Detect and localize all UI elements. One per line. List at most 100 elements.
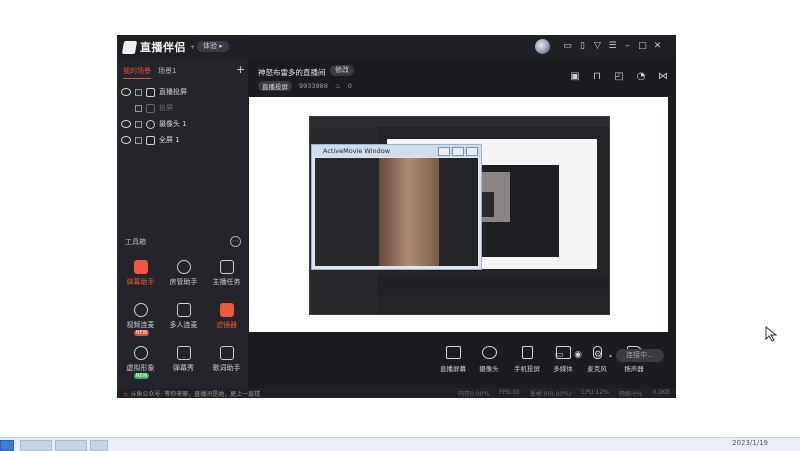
close-icon[interactable]: ✕ <box>653 40 662 53</box>
warning-icon: ⚠ <box>123 391 129 398</box>
lock-icon[interactable] <box>135 136 142 144</box>
heat-icon: ♨ <box>334 82 341 90</box>
version-pill[interactable]: 体验 ▸ <box>197 41 229 52</box>
scene-tabs: 我的场景 场景1 <box>123 66 176 79</box>
taskbar-app-3[interactable] <box>90 440 108 451</box>
lock-icon[interactable] <box>135 120 142 128</box>
tool-label: 视频连麦 <box>126 321 155 329</box>
toolbox-grid: 弹幕助手 房管助手 主播任务 视频连麦NEW 多人连麦 滤镜器 虚拟形象NEW … <box>119 257 248 379</box>
source-list: 直播投屏 投屏 摄像头 1 全屏 1 <box>121 84 245 148</box>
logo-plus-icon: + <box>190 43 196 51</box>
logo-text: 直播伴侣 <box>140 41 186 54</box>
main-panel: 神怒布雷多的直播间 修改 直播投屏 9933988 ♨ 0 ▣ ⊓ ◰ ◔ ⋈ <box>248 59 676 388</box>
tab-scene-1[interactable]: 场景1 <box>158 66 176 79</box>
stream-preview[interactable]: ActiveMovie Window <box>249 97 668 332</box>
control-label: 手机投屏 <box>514 365 540 373</box>
source-item[interactable]: 摄像头 1 <box>121 116 245 132</box>
fullscreen-icon <box>146 135 155 145</box>
filter-tool-icon <box>219 303 234 317</box>
camera-button[interactable]: 摄像头 <box>470 346 508 373</box>
source-label: 摄像头 1 <box>159 120 187 128</box>
minimize-icon[interactable]: – <box>623 40 632 53</box>
tool-lyrics[interactable]: 歌词助手 <box>205 343 248 379</box>
phone-cast-button[interactable]: 手机投屏 <box>508 346 546 373</box>
share-icon[interactable]: ⋈ <box>658 72 668 82</box>
tool-room-manager[interactable]: 房管助手 <box>162 257 205 293</box>
room-title: 神怒布雷多的直播间 <box>258 68 326 77</box>
edit-room-button[interactable]: 修改 <box>330 65 354 76</box>
start-button[interactable] <box>0 440 14 451</box>
video-sidebar <box>315 158 379 266</box>
new-badge: NEW <box>133 373 150 379</box>
notice-text[interactable]: 等你来聊，直播间是她，更上一层楼 <box>164 391 260 398</box>
tool-label: 滤镜器 <box>216 321 237 329</box>
source-label: 直播投屏 <box>159 88 187 96</box>
lock-icon[interactable] <box>135 88 142 96</box>
add-scene-icon[interactable]: + <box>236 63 245 76</box>
source-label: 全屏 1 <box>159 136 180 144</box>
toolbox-collapse-icon[interactable]: ⋯ <box>230 236 241 247</box>
captured-titlebar <box>310 117 609 127</box>
room-actions: ▣ ⊓ ◰ ◔ ⋈ <box>570 72 668 82</box>
menu-icon[interactable]: ☰ <box>608 40 617 53</box>
tool-danmu-show[interactable]: 弹幕秀 <box>162 343 205 379</box>
visibility-icon[interactable]: ◉ <box>573 350 583 360</box>
screen-button[interactable]: 直播屏幕 <box>434 346 472 373</box>
activemovie-window[interactable]: ActiveMovie Window <box>311 144 482 270</box>
tool-video-link[interactable]: 视频连麦NEW <box>119 300 162 336</box>
record-icon[interactable]: ▭ <box>554 350 564 360</box>
phone-icon <box>521 346 533 359</box>
unlock-icon[interactable]: ⊓ <box>592 72 602 82</box>
maximize-icon[interactable]: □ <box>638 40 647 53</box>
avatar[interactable] <box>535 39 550 54</box>
screenshot-icon[interactable]: ◰ <box>614 72 624 82</box>
activemovie-maximize-icon[interactable] <box>452 147 464 156</box>
activemovie-close-icon[interactable] <box>466 147 478 156</box>
start-live-button[interactable]: 连接中... <box>616 349 664 362</box>
taskbar-app-2[interactable] <box>55 440 87 451</box>
activemovie-minimize-icon[interactable] <box>438 147 450 156</box>
tool-label: 房管助手 <box>169 278 198 286</box>
taskbar-app-1[interactable] <box>20 440 52 451</box>
camera-icon <box>481 346 497 359</box>
eye-icon[interactable] <box>121 120 131 128</box>
room-meta: 直播投屏 9933988 ♨ 0 <box>258 81 352 91</box>
metric-bitrate: 0.0KB <box>652 389 670 396</box>
version-label: 体验 <box>203 42 217 50</box>
tool-danmu-assistant[interactable]: 弹幕助手 <box>119 257 162 293</box>
settings-icon[interactable]: ⚙ <box>593 350 603 360</box>
notification-icon[interactable]: ▯ <box>578 40 587 53</box>
metric-dropped: 丢帧:0(0.00%) <box>529 391 572 398</box>
eye-icon[interactable] <box>121 136 131 144</box>
gift-icon[interactable]: ▣ <box>570 72 580 82</box>
logo-mark-icon <box>121 40 138 54</box>
window-controls: ▭ ▯ ▽ ☰ – □ ✕ <box>563 40 662 53</box>
source-item[interactable]: 投屏 <box>121 100 245 116</box>
eye-icon[interactable] <box>121 88 131 96</box>
source-item[interactable]: 直播投屏 <box>121 84 245 100</box>
tool-filter[interactable]: 滤镜器 <box>205 300 248 336</box>
filter-icon[interactable]: ▽ <box>593 40 602 53</box>
tool-label: 主播任务 <box>212 278 241 286</box>
control-label: 扬声器 <box>624 365 644 373</box>
lock-icon[interactable] <box>135 104 142 112</box>
taskbar: 2023/1/19 <box>0 437 800 451</box>
control-label: 多媒体 <box>553 365 573 373</box>
tool-anchor-task[interactable]: 主播任务 <box>205 257 248 293</box>
tab-my-scenes[interactable]: 我的场景 <box>123 66 151 79</box>
heat-value: 0 <box>347 82 352 90</box>
message-icon[interactable]: ▭ <box>563 40 572 53</box>
tool-virtual-avatar[interactable]: 虚拟形象NEW <box>119 343 162 379</box>
metric-cpu: CPU:12% <box>581 389 609 396</box>
metric-network: 网络:0% <box>618 391 643 398</box>
task-icon <box>219 260 234 274</box>
tool-multi-link[interactable]: 多人连麦 <box>162 300 205 336</box>
source-item[interactable]: 全屏 1 <box>121 132 245 148</box>
category-badge[interactable]: 直播投屏 <box>258 81 292 91</box>
bell-icon[interactable]: ◔ <box>636 72 646 82</box>
app-logo: 直播伴侣 + <box>121 39 196 55</box>
metric-memory: 内存0.00% <box>458 391 490 398</box>
desktop-cursor-icon <box>765 326 778 342</box>
tool-label: 歌词助手 <box>212 364 241 372</box>
screen-icon <box>445 346 461 359</box>
